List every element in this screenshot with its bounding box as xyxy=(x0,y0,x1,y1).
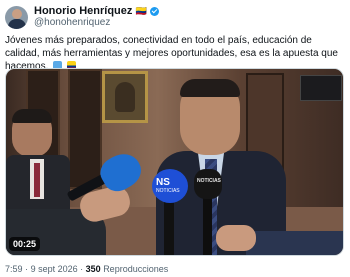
video-person-left-hair xyxy=(12,109,52,123)
author-handle[interactable]: @honohenriquez xyxy=(34,17,159,29)
tweet-header: Honorio Henríquez 🇨🇴 @honohenriquez xyxy=(5,4,159,30)
video-mic-black-handle xyxy=(203,197,212,255)
video-mic-ns-handle xyxy=(164,201,174,255)
tweet[interactable]: Honorio Henríquez 🇨🇴 @honohenriquez Jóve… xyxy=(0,0,350,277)
avatar-head xyxy=(12,8,22,19)
video-reporter-hand-right xyxy=(216,225,256,251)
video-player[interactable]: NS NOTICIAS NOTICIAS xyxy=(5,68,344,256)
tweet-meta: 7:59 · 9 sept 2026 · 350 Reproducciones xyxy=(5,264,168,274)
author-name-row[interactable]: Honorio Henríquez 🇨🇴 xyxy=(34,5,159,17)
tweet-time[interactable]: 7:59 xyxy=(5,264,23,274)
views-count: 350 xyxy=(85,264,101,274)
video-speaker-hair xyxy=(180,79,240,97)
video-screen xyxy=(300,75,342,101)
video-mic-ns-sublabel: NOTICIAS xyxy=(156,188,180,194)
video-door-center xyxy=(68,69,102,189)
video-reporter-arm-right xyxy=(246,231,343,255)
video-painting xyxy=(102,71,148,123)
meta-separator-2: · xyxy=(80,264,84,274)
avatar-body xyxy=(8,18,26,29)
avatar[interactable] xyxy=(5,5,28,29)
video-mic-black-label: NOTICIAS xyxy=(197,178,221,184)
video-duration-badge: 00:25 xyxy=(9,237,41,251)
video-mic-ns-label: NS xyxy=(156,177,170,188)
video-person-left-tie xyxy=(34,163,40,197)
author-names: Honorio Henríquez 🇨🇴 @honohenriquez xyxy=(34,5,159,29)
verified-badge-icon xyxy=(149,6,159,16)
meta-separator: · xyxy=(25,264,29,274)
video-mic-black xyxy=(194,169,222,199)
views-label: Reproducciones xyxy=(103,264,169,274)
tweet-date[interactable]: 9 sept 2026 xyxy=(31,264,78,274)
author-name-flag-icon: 🇨🇴 xyxy=(135,6,147,16)
author-name[interactable]: Honorio Henríquez xyxy=(34,5,132,17)
